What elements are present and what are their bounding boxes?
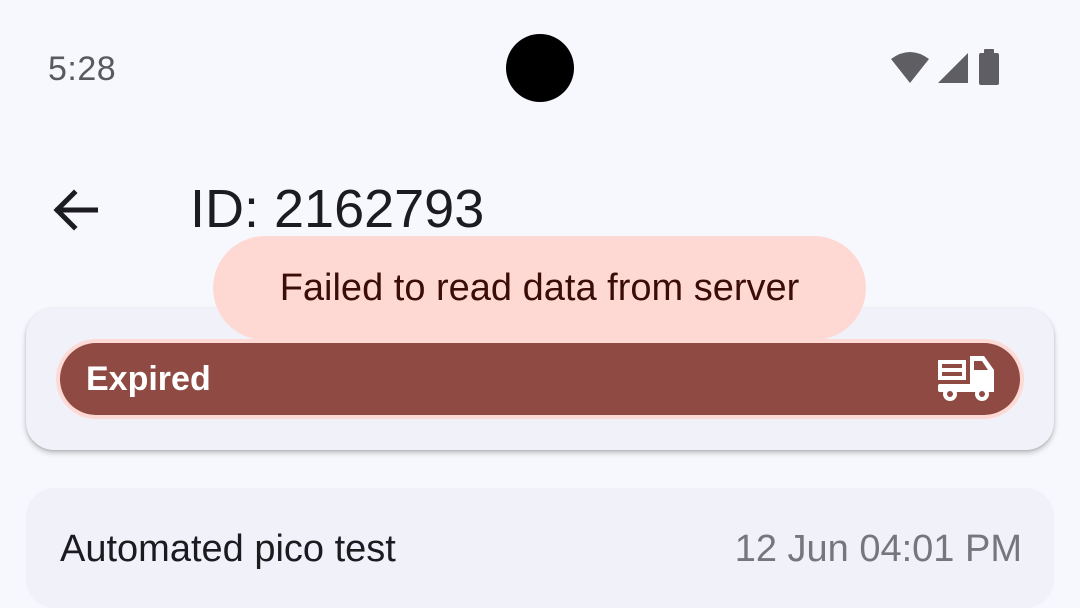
- status-label: Expired: [86, 359, 211, 398]
- entry-name: Automated pico test: [60, 528, 396, 570]
- toast-message: Failed to read data from server: [279, 266, 800, 309]
- entry-date: 12 Jun 04:01 PM: [734, 528, 1022, 570]
- signal-icon: [936, 51, 970, 85]
- status-time: 5:28: [48, 50, 117, 88]
- battery-icon: [976, 49, 1002, 87]
- page-title: ID: 2162793: [190, 179, 485, 239]
- status-bar: 5:28: [0, 0, 1080, 140]
- status-icons: [890, 49, 1002, 87]
- camera-cutout: [506, 34, 574, 102]
- error-toast: Failed to read data from server: [213, 236, 866, 340]
- wifi-icon: [890, 51, 930, 85]
- list-item[interactable]: Automated pico test 12 Jun 04:01 PM: [26, 488, 1054, 608]
- status-pill[interactable]: Expired: [60, 343, 1020, 415]
- arrow-back-icon: [52, 188, 99, 236]
- fire-truck-icon: [936, 352, 998, 407]
- back-button[interactable]: [40, 180, 110, 244]
